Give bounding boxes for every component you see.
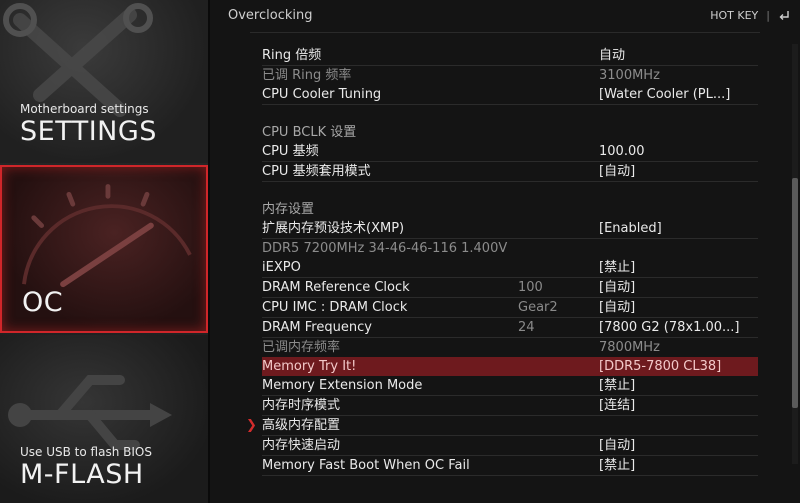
row-value: [Enabled]	[599, 221, 662, 236]
row-label: CPU Cooler Tuning	[262, 87, 382, 102]
row-advanced-memory-config[interactable]: ❯ 高级内存配置	[246, 416, 758, 436]
row-imc-dram-clock[interactable]: CPU IMC : DRAM Clock Gear2 [自动]	[262, 298, 758, 318]
hotkey-separator: |	[766, 9, 770, 22]
submenu-arrow-icon: ❯	[246, 418, 257, 433]
oc-panel[interactable]: OC	[0, 165, 208, 333]
settings-title: SETTINGS	[20, 116, 157, 147]
row-value: 7800MHz	[599, 340, 660, 355]
hotkey-button[interactable]: HOT KEY	[710, 9, 758, 22]
back-icon[interactable]	[778, 8, 790, 23]
row-label: 已调 Ring 频率	[262, 68, 352, 83]
oc-title: OC	[22, 287, 64, 318]
row-value: [连结]	[599, 398, 636, 413]
row-memory-try-it[interactable]: Memory Try It! [DDR5-7800 CL38]	[262, 357, 758, 376]
row-value: 100.00	[599, 144, 645, 159]
sidebar: Motherboard settings SETTINGS OC Use USB…	[0, 0, 210, 503]
mflash-panel[interactable]: Use USB to flash BIOS M-FLASH	[0, 335, 208, 503]
row-cpu-cooler-tuning[interactable]: CPU Cooler Tuning [Water Cooler (PL...]	[262, 85, 758, 105]
row-ring-ratio[interactable]: Ring 倍频 自动	[262, 46, 758, 66]
section-title: 内存设置	[262, 202, 315, 217]
row-label: Memory Extension Mode	[262, 378, 423, 393]
row-label: 内存快速启动	[262, 438, 341, 453]
mflash-subtitle: Use USB to flash BIOS	[20, 445, 152, 459]
main-area: Overclocking HOT KEY | Ring 倍频 自动 已调 Rin…	[210, 0, 800, 503]
row-label: CPU 基频	[262, 144, 319, 159]
section-bclk: CPU BCLK 设置	[262, 123, 758, 142]
page-title: Overclocking	[228, 8, 313, 23]
row-adjusted-ring-freq: 已调 Ring 频率 3100MHz	[262, 66, 758, 85]
row-label: 高级内存配置	[262, 418, 341, 433]
row-label: Memory Fast Boot When OC Fail	[262, 458, 470, 473]
row-memory-timing-mode[interactable]: 内存时序模式 [连结]	[262, 396, 758, 416]
settings-subtitle: Motherboard settings	[20, 102, 149, 116]
row-value: [禁止]	[599, 260, 636, 275]
row-iexpo[interactable]: iEXPO [禁止]	[262, 258, 758, 278]
scrollbar-thumb[interactable]	[792, 178, 798, 408]
row-memory-extension-mode[interactable]: Memory Extension Mode [禁止]	[262, 376, 758, 396]
row-label: DRAM Frequency	[262, 320, 372, 335]
row-value: [自动]	[599, 164, 636, 179]
row-value: [自动]	[599, 300, 636, 315]
row-current: 100	[518, 280, 543, 295]
row-label: 已调内存频率	[262, 340, 341, 355]
row-label: Ring 倍频	[262, 48, 322, 63]
row-label: CPU IMC : DRAM Clock	[262, 300, 408, 315]
hotkey-bar: HOT KEY |	[710, 8, 790, 23]
row-value: [DDR5-7800 CL38]	[599, 359, 722, 374]
row-value: [禁止]	[599, 458, 636, 473]
settings-panel[interactable]: Motherboard settings SETTINGS	[0, 0, 208, 163]
row-value: [自动]	[599, 280, 636, 295]
row-value: [Water Cooler (PL...]	[599, 87, 731, 102]
row-label: DRAM Reference Clock	[262, 280, 410, 295]
row-cpu-base-clock-mode[interactable]: CPU 基频套用模式 [自动]	[262, 162, 758, 182]
row-adjusted-memory-freq: 已调内存频率 7800MHz	[262, 338, 758, 357]
row-label: DDR5 7200MHz 34-46-46-116 1.400V	[262, 241, 508, 256]
row-label: CPU 基频套用模式	[262, 164, 371, 179]
row-memory-fast-boot[interactable]: 内存快速启动 [自动]	[262, 436, 758, 456]
row-cpu-base-clock[interactable]: CPU 基频 100.00	[262, 142, 758, 162]
row-value: [7800 G2 (78x1.00...]	[599, 320, 740, 335]
row-label: iEXPO	[262, 260, 301, 275]
row-value: [禁止]	[599, 378, 636, 393]
row-value: 自动	[599, 48, 626, 63]
row-dram-reference-clock[interactable]: DRAM Reference Clock 100 [自动]	[262, 278, 758, 298]
row-memory-fast-boot-oc-fail[interactable]: Memory Fast Boot When OC Fail [禁止]	[262, 456, 758, 476]
header-divider	[250, 32, 760, 33]
section-memory: 内存设置	[262, 200, 758, 219]
row-current: 24	[518, 320, 535, 335]
section-title: CPU BCLK 设置	[262, 125, 357, 140]
row-xmp[interactable]: 扩展内存预设技术(XMP) [Enabled]	[262, 219, 758, 239]
row-dram-frequency[interactable]: DRAM Frequency 24 [7800 G2 (78x1.00...]	[262, 318, 758, 338]
settings-list: Ring 倍频 自动 已调 Ring 频率 3100MHz CPU Cooler…	[246, 46, 758, 476]
row-label: 扩展内存预设技术(XMP)	[262, 221, 405, 236]
mflash-title: M-FLASH	[20, 459, 144, 490]
row-label: 内存时序模式	[262, 398, 341, 413]
row-current: Gear2	[518, 300, 558, 315]
row-label: Memory Try It!	[262, 359, 357, 374]
row-value: 3100MHz	[599, 68, 660, 83]
row-value: [自动]	[599, 438, 636, 453]
row-xmp-profile-info: DDR5 7200MHz 34-46-46-116 1.400V	[262, 239, 758, 258]
